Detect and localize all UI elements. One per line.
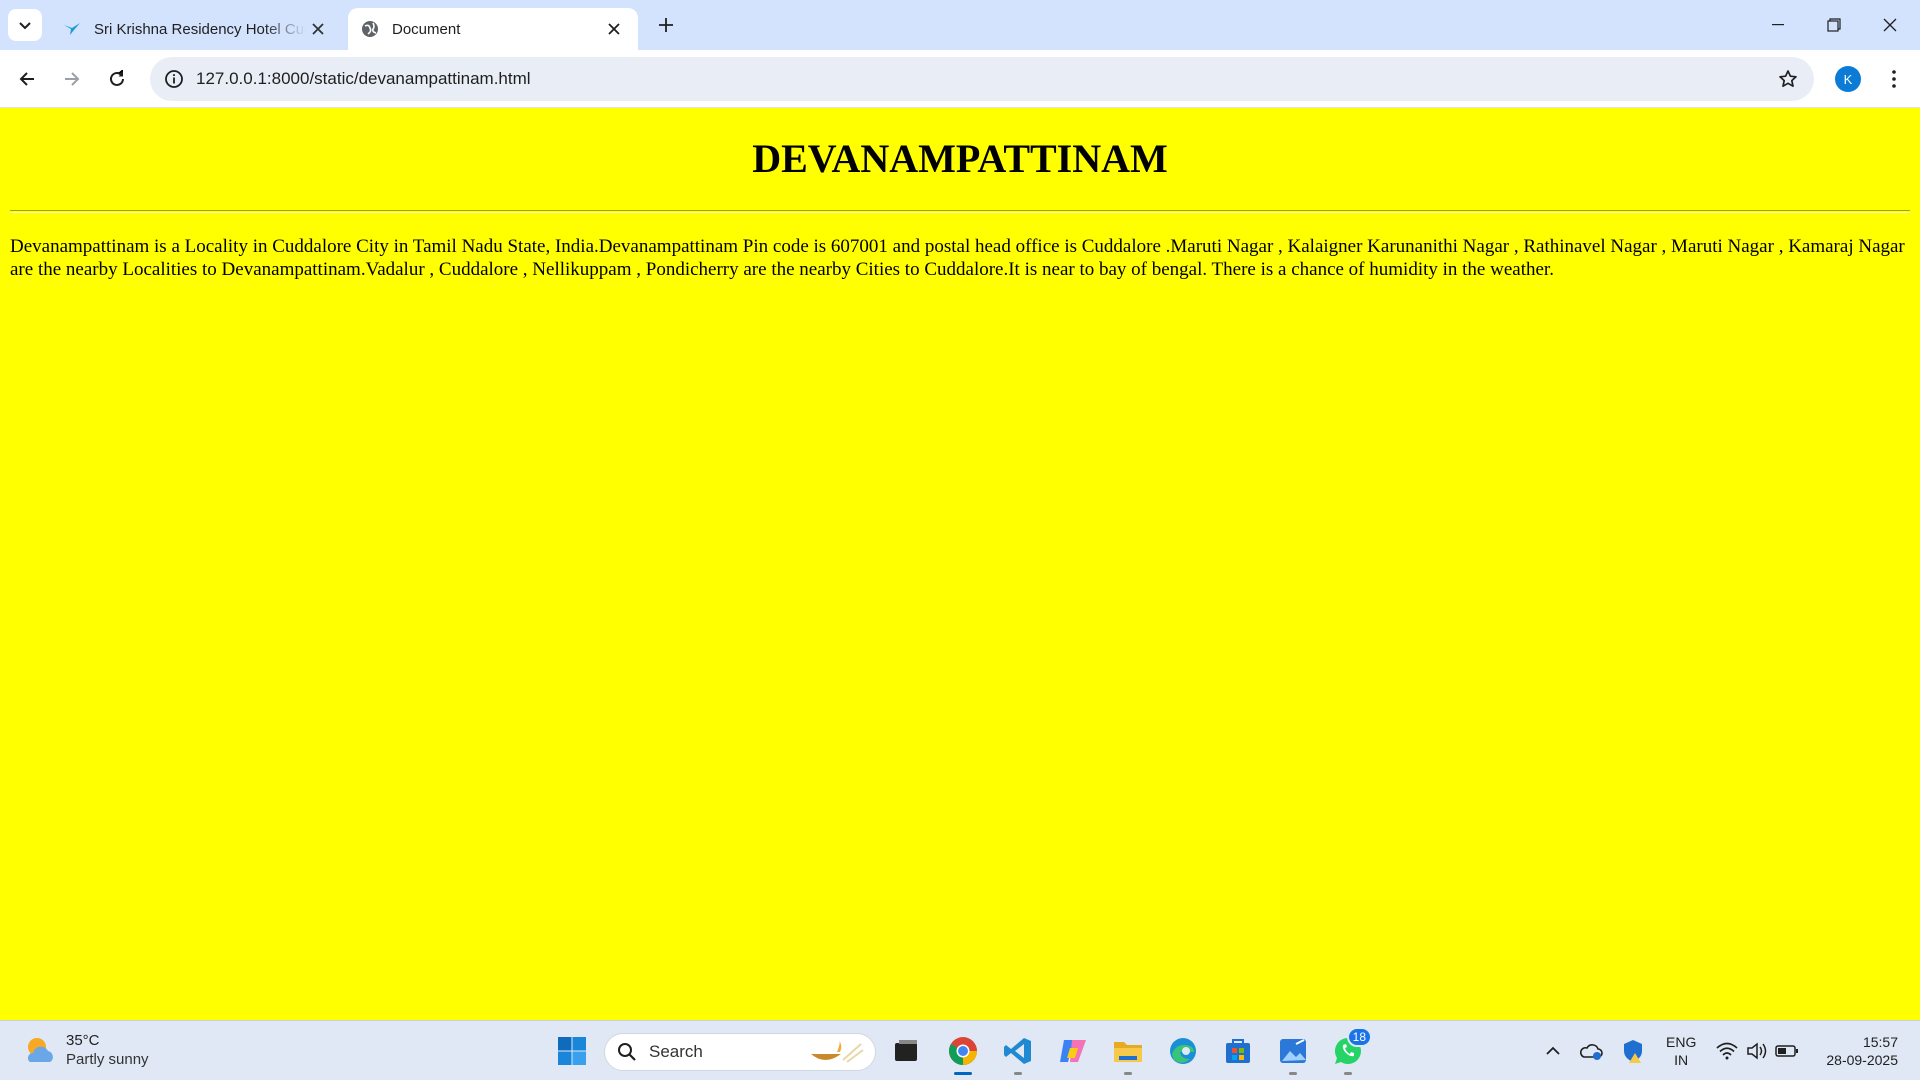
globe-icon xyxy=(360,19,380,39)
copilot-taskbar-button[interactable] xyxy=(1053,1031,1093,1071)
photos-taskbar-button[interactable] xyxy=(1273,1031,1313,1075)
address-bar[interactable]: 127.0.0.1:8000/static/devanampattinam.ht… xyxy=(150,57,1814,101)
reload-button[interactable] xyxy=(100,62,134,96)
restore-button[interactable] xyxy=(1806,0,1862,50)
tab-title: Sri Krishna Residency Hotel Cuddalore xyxy=(94,20,306,38)
search-label: Search xyxy=(649,1042,703,1061)
windows-taskbar: 35°C Partly sunny Search 18 ENG IN 15:57… xyxy=(0,1020,1920,1080)
edge-icon xyxy=(1170,1038,1196,1064)
region-code: IN xyxy=(1674,1052,1689,1068)
input-language-indicator[interactable]: ENG IN xyxy=(1666,1033,1696,1069)
minimize-icon xyxy=(1772,24,1784,26)
clock-date: 28-09-2025 xyxy=(1826,1052,1898,1068)
show-hidden-icons-button[interactable] xyxy=(1541,1039,1565,1063)
bookmark-star-icon[interactable] xyxy=(1774,65,1802,93)
photos-icon xyxy=(1280,1039,1306,1063)
description-paragraph: Devanampattinam is a Locality in Cuddalo… xyxy=(10,236,1905,280)
volume-icon[interactable] xyxy=(1745,1039,1769,1063)
minimize-button[interactable] xyxy=(1750,0,1806,50)
windows-start-button[interactable] xyxy=(552,1031,592,1071)
new-tab-button[interactable] xyxy=(652,11,680,39)
close-tab-icon[interactable] xyxy=(602,17,626,41)
close-window-button[interactable] xyxy=(1862,0,1918,50)
site-info-icon[interactable] xyxy=(160,65,188,93)
security-tray-icon[interactable] xyxy=(1621,1039,1645,1063)
chrome-taskbar-button[interactable] xyxy=(943,1031,983,1075)
search-icon xyxy=(618,1043,636,1061)
arrow-left-icon xyxy=(19,72,34,86)
restore-icon xyxy=(1827,18,1841,32)
chevron-up-icon xyxy=(1546,1046,1560,1055)
chrome-icon xyxy=(949,1037,977,1065)
store-icon xyxy=(1226,1039,1250,1063)
folder-icon xyxy=(1114,1042,1142,1062)
tab-search-button[interactable] xyxy=(8,9,42,41)
system-clock[interactable]: 15:57 28-09-2025 xyxy=(1826,1033,1898,1069)
language-code: ENG xyxy=(1666,1034,1697,1050)
more-vertical-icon xyxy=(1892,70,1896,88)
page-content: DEVANAMPATTINAM Devanampattinam is a Loc… xyxy=(0,108,1920,1020)
browser-menu-button[interactable] xyxy=(1880,64,1908,94)
weather-condition: Partly sunny xyxy=(66,1051,149,1068)
task-view-button[interactable] xyxy=(886,1031,926,1071)
windows-logo-icon xyxy=(558,1037,586,1065)
page-heading: DEVANAMPATTINAM xyxy=(752,136,1168,181)
notification-badge: 18 xyxy=(1346,1027,1372,1047)
task-view-icon xyxy=(895,1040,917,1061)
partly-sunny-icon xyxy=(28,1038,53,1062)
microsoft-store-taskbar-button[interactable] xyxy=(1218,1031,1258,1071)
diya-lamp-icon xyxy=(811,1040,864,1063)
clock-time: 15:57 xyxy=(1862,1034,1898,1050)
plus-icon xyxy=(659,18,673,32)
browser-tab-strip: Sri Krishna Residency Hotel Cuddalore Do… xyxy=(0,0,1920,50)
vscode-taskbar-button[interactable] xyxy=(998,1031,1038,1075)
profile-avatar[interactable]: K xyxy=(1835,66,1861,92)
chevron-down-icon xyxy=(19,22,31,30)
arrow-right-icon xyxy=(65,72,80,86)
onedrive-tray-icon[interactable] xyxy=(1580,1039,1604,1063)
back-button[interactable] xyxy=(10,62,44,96)
taskbar-search[interactable]: Search xyxy=(604,1033,876,1071)
close-icon xyxy=(1883,18,1897,32)
tab-hotel[interactable]: Sri Krishna Residency Hotel Cuddalore xyxy=(50,8,342,50)
reload-icon xyxy=(110,70,124,86)
url-text: 127.0.0.1:8000/static/devanampattinam.ht… xyxy=(196,69,531,88)
cloud-icon xyxy=(1580,1044,1603,1060)
tab-document[interactable]: Document xyxy=(348,8,638,50)
close-tab-icon[interactable] xyxy=(306,17,330,41)
vscode-icon xyxy=(1004,1038,1031,1064)
weather-temp: 35°C xyxy=(66,1032,100,1049)
wifi-icon[interactable] xyxy=(1715,1039,1739,1063)
shield-warning-icon xyxy=(1624,1040,1642,1063)
tab-title: Document xyxy=(392,20,461,38)
browser-toolbar: 127.0.0.1:8000/static/devanampattinam.ht… xyxy=(0,50,1920,108)
whatsapp-taskbar-button[interactable]: 18 xyxy=(1328,1027,1372,1075)
edge-taskbar-button[interactable] xyxy=(1163,1031,1203,1071)
file-explorer-taskbar-button[interactable] xyxy=(1108,1031,1148,1075)
weather-widget[interactable]: 35°C Partly sunny xyxy=(22,1031,149,1069)
forward-button[interactable] xyxy=(55,62,89,96)
copilot-icon xyxy=(1060,1040,1086,1062)
battery-icon[interactable] xyxy=(1775,1039,1799,1063)
bird-favicon-icon xyxy=(62,19,82,39)
horizontal-rule xyxy=(10,210,1910,213)
